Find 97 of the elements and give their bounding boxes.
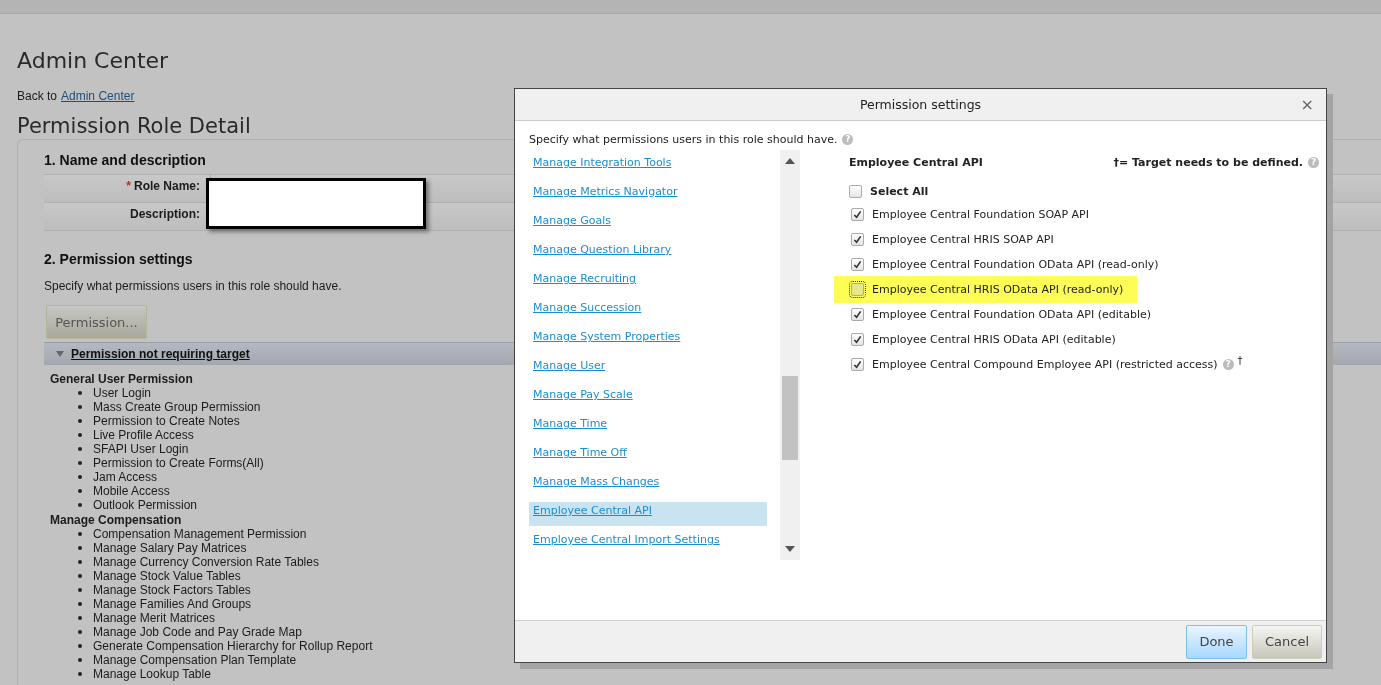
category-link[interactable]: Manage System Properties: [529, 328, 767, 352]
permission-item: Manage Job Code and Pay Grade Map: [93, 625, 302, 639]
bullet-icon: [78, 658, 82, 662]
section-title: 1. Name and description: [44, 152, 206, 168]
expand-icon[interactable]: [56, 351, 64, 357]
category-link[interactable]: Manage Succession: [529, 299, 767, 323]
cancel-button[interactable]: Cancel: [1252, 624, 1322, 659]
checkbox[interactable]: [851, 258, 864, 271]
bullet-icon: [78, 630, 82, 634]
permission-item: Manage Salary Pay Matrices: [93, 541, 247, 555]
permission-item: Outlook Permission: [93, 498, 198, 512]
page-heading: Permission Role Detail: [17, 113, 251, 139]
permission-item: Manage Currency Conversion Rate Tables: [93, 555, 319, 569]
checkbox[interactable]: [851, 233, 864, 246]
category-link[interactable]: Manage Time Off: [529, 444, 767, 468]
category-link[interactable]: Manage Metrics Navigator: [529, 183, 767, 207]
permission-item: Manage Families And Groups: [93, 597, 252, 611]
permission-item: Manage Merit Matrices: [93, 611, 216, 625]
instruction-text: Specify what permissions users in this role should have.: [529, 133, 838, 146]
checkbox[interactable]: [851, 283, 864, 296]
group-header-link[interactable]: Permission not requiring target: [71, 347, 250, 361]
section-title: 2. Permission settings: [44, 251, 193, 267]
bullet-icon: [78, 616, 82, 620]
panel-title: Employee Central API: [849, 155, 983, 169]
checkbox-label[interactable]: Employee Central HRIS SOAP API: [872, 233, 1054, 246]
instruction-text: Specify what permissions users in this role should have.: [44, 279, 342, 293]
bullet-icon: [78, 433, 82, 437]
permission-item: Live Profile Access: [93, 428, 194, 442]
bullet-icon: [78, 503, 82, 507]
bullet-icon: [78, 588, 82, 592]
bullet-icon: [78, 532, 82, 536]
category-link[interactable]: Manage Time: [529, 415, 767, 439]
bullet-icon: [78, 489, 82, 493]
legend-text: †= Target needs to be defined.: [1113, 155, 1303, 169]
checkbox-label[interactable]: Employee Central HRIS OData API (editable): [872, 333, 1116, 346]
category-link[interactable]: Manage Integration Tools: [529, 154, 767, 178]
required-mark: *: [126, 178, 131, 195]
help-icon[interactable]: ?: [842, 134, 854, 145]
done-button[interactable]: Done: [1186, 624, 1247, 659]
field-label: Description:: [130, 206, 200, 223]
category-link[interactable]: Employee Central Import Settings: [529, 531, 767, 555]
bullet-icon: [78, 546, 82, 550]
permission-item: Generate Compensation Hierarchy for Rollup Report: [93, 639, 373, 653]
page-title: Admin Center: [17, 47, 169, 75]
permission-item: User Login: [93, 386, 152, 400]
permission-item: Jam Access: [93, 470, 158, 484]
category-link[interactable]: Manage Mass Changes: [529, 473, 767, 497]
permission-item: Permission to Create Notes: [93, 414, 240, 428]
checkbox-label[interactable]: Employee Central HRIS OData API (read-only): [872, 283, 1124, 296]
bullet-icon: [78, 602, 82, 606]
category-link[interactable]: Manage Goals: [529, 212, 767, 236]
bullet-icon: [78, 644, 82, 648]
permission-item: Manage Compensation Plan Template: [93, 653, 297, 667]
checkbox[interactable]: [849, 184, 862, 198]
checkbox-label[interactable]: Employee Central Foundation OData API (read-only): [872, 258, 1159, 271]
permission-item: Compensation Management Permission: [93, 527, 307, 541]
close-icon[interactable]: ×: [1300, 97, 1314, 113]
back-label: Back to: [17, 89, 58, 103]
bullet-icon: [78, 419, 82, 423]
permission-button[interactable]: Permission...: [46, 305, 147, 339]
admin-center-link[interactable]: Admin Center: [61, 89, 135, 103]
permission-item: Manage Lookup Table: [93, 667, 211, 681]
checkbox[interactable]: [851, 208, 864, 221]
checkbox[interactable]: [851, 358, 864, 371]
checkbox-label[interactable]: Select All: [870, 184, 929, 198]
help-icon[interactable]: ?: [1222, 359, 1234, 370]
checkbox[interactable]: [851, 333, 864, 346]
checkbox-label[interactable]: Employee Central Foundation SOAP API: [872, 208, 1089, 221]
permission-item: Manage Stock Value Tables: [93, 569, 241, 583]
checkbox[interactable]: [851, 308, 864, 321]
bullet-icon: [78, 672, 82, 676]
category-link[interactable]: Manage Pay Scale: [529, 386, 767, 410]
group-title: General User Permission: [50, 372, 193, 386]
bullet-icon: [78, 405, 82, 409]
help-icon[interactable]: ?: [1308, 156, 1319, 168]
bullet-icon: [78, 391, 82, 395]
permission-item: Manage Stock Factors Tables: [93, 583, 251, 597]
category-link[interactable]: Manage Question Library: [529, 241, 767, 265]
permission-item: Permission to Create Forms(All): [93, 456, 264, 470]
target-mark: †: [1237, 355, 1243, 366]
category-link[interactable]: Manage Recruiting: [529, 270, 767, 294]
checkbox-label[interactable]: Employee Central Foundation OData API (editable): [872, 308, 1151, 321]
bullet-icon: [78, 461, 82, 465]
scrollbar[interactable]: [780, 150, 800, 560]
field-label: Role Name:: [133, 178, 200, 195]
category-link[interactable]: Manage User: [529, 357, 767, 381]
bullet-icon: [78, 560, 82, 564]
permission-item: SFAPI User Login: [93, 442, 189, 456]
category-link[interactable]: Employee Central API: [529, 502, 767, 526]
checkbox-label[interactable]: Employee Central Compound Employee API (restricted access): [872, 358, 1218, 371]
bullet-icon: [78, 475, 82, 479]
dialog-title: Permission settings: [859, 97, 982, 112]
bullet-icon: [78, 574, 82, 578]
group-title: Manage Compensation: [50, 513, 182, 527]
bullet-icon: [78, 447, 82, 451]
permission-item: Mobile Access: [93, 484, 170, 498]
permission-item: Mass Create Group Permission: [93, 400, 261, 414]
